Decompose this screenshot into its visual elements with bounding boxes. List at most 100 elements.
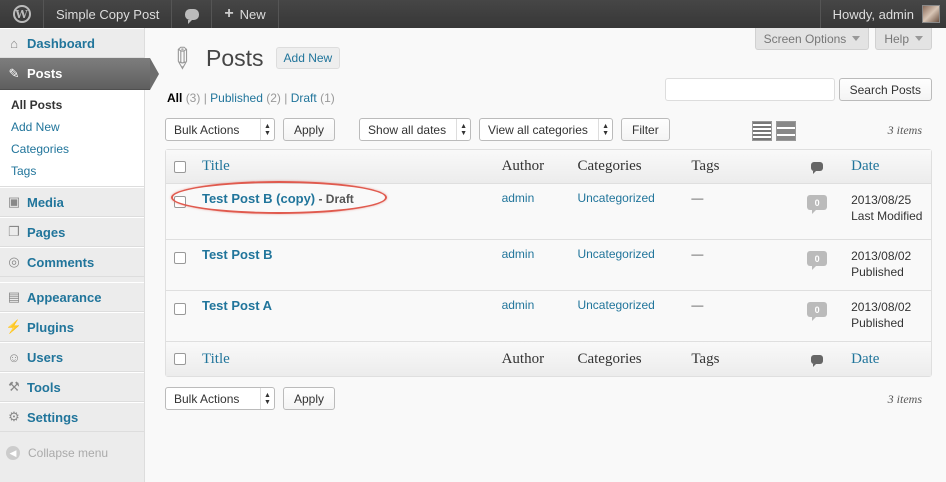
post-tags: — [691, 247, 704, 261]
main-content: Screen Options Help ✎ Posts Add New All … [146, 28, 946, 482]
post-tags: — [691, 191, 704, 205]
post-author-link[interactable]: admin [494, 240, 570, 290]
collapse-menu-button[interactable]: ◀ Collapse menu [0, 438, 144, 468]
post-author-link[interactable]: admin [494, 184, 570, 239]
sidebar-item-label: Comments [27, 254, 95, 270]
row-checkbox[interactable] [174, 303, 186, 315]
post-status: Published [851, 316, 904, 330]
submenu-add-new[interactable]: Add New [0, 116, 144, 138]
post-author-link[interactable]: admin [494, 291, 570, 341]
collapse-arrow-icon: ◀ [6, 446, 20, 460]
submenu-all-posts[interactable]: All Posts [0, 94, 144, 116]
add-new-button[interactable]: Add New [275, 47, 341, 69]
sidebar-item-posts[interactable]: ✎ Posts [0, 58, 159, 90]
screen-options-label: Screen Options [763, 31, 847, 46]
sidebar-item-dashboard[interactable]: ⌂ Dashboard [0, 28, 144, 58]
comments-button[interactable] [172, 0, 213, 28]
screen-options-button[interactable]: Screen Options [754, 28, 870, 50]
account-menu[interactable]: Howdy, admin [819, 0, 946, 28]
sidebar-item-label: Media [27, 194, 64, 210]
comments-column-icon[interactable] [811, 162, 824, 174]
comment-count-bubble[interactable]: 0 [807, 251, 828, 270]
select-all-checkbox[interactable] [174, 353, 186, 365]
separator: | [203, 91, 207, 105]
sidebar-item-plugins[interactable]: ⚡ Plugins [0, 312, 144, 342]
bulk-actions-select[interactable]: Bulk Actions ▲ ▼ [165, 387, 275, 410]
avatar [922, 5, 940, 23]
chevron-down-icon [852, 36, 861, 41]
page-title: Posts [206, 44, 264, 71]
filter-draft-link[interactable]: Draft (1) [291, 91, 335, 105]
sidebar-item-label: Pages [27, 224, 66, 240]
apply-button[interactable]: Apply [283, 387, 336, 410]
pages-icon: ❐ [8, 224, 20, 239]
sidebar-item-label: Tools [27, 379, 61, 395]
sidebar-item-pages[interactable]: ❐ Pages [0, 217, 144, 247]
search-posts-button[interactable]: Search Posts [838, 78, 932, 101]
filter-all-link[interactable]: All (3) [167, 91, 200, 105]
sidebar-item-tools[interactable]: ⚒ Tools [0, 372, 144, 402]
apply-button[interactable]: Apply [283, 118, 336, 141]
comments-icon: ◎ [8, 254, 20, 269]
column-title[interactable]: Title [194, 351, 494, 368]
select-arrows-icon: ▲ ▼ [260, 119, 274, 140]
sidebar-item-media[interactable]: ▣ Media [0, 187, 144, 217]
post-title-link[interactable]: Test Post B [202, 247, 273, 262]
view-switch [752, 121, 796, 141]
column-categories: Categories [577, 158, 642, 174]
bulk-actions-value: Bulk Actions [174, 391, 240, 406]
new-label: New [239, 6, 266, 22]
post-category-link[interactable]: Uncategorized [569, 240, 683, 290]
column-author: Author [501, 350, 545, 367]
page-header: ✎ Posts Add New [163, 39, 341, 77]
comment-count-bubble[interactable]: 0 [807, 195, 828, 214]
submenu-categories[interactable]: Categories [0, 138, 144, 160]
items-count: 3 items [887, 123, 922, 137]
tablenav-top: Bulk Actions ▲ ▼ Apply Show all dates ▲ ▼ … [165, 118, 670, 141]
post-title-link[interactable]: Test Post A [202, 298, 272, 313]
column-date[interactable]: Date [843, 158, 931, 175]
row-checkbox[interactable] [174, 252, 186, 264]
search-box: Search Posts [664, 78, 932, 101]
post-date: 2013/08/02 [851, 300, 912, 314]
sidebar-item-label: Dashboard [27, 35, 95, 51]
select-arrows-icon: ▲ ▼ [456, 119, 470, 140]
search-input[interactable] [664, 78, 835, 101]
new-content-button[interactable]: + New [212, 0, 279, 28]
wordpress-logo-button[interactable]: W [0, 0, 44, 28]
column-tags: Tags [691, 158, 720, 174]
posts-submenu: All Posts Add New Categories Tags [0, 90, 144, 187]
dates-select[interactable]: Show all dates ▲ ▼ [359, 118, 472, 141]
filter-published-link[interactable]: Published (2) [210, 91, 281, 105]
categories-select[interactable]: View all categories ▲ ▼ [479, 118, 614, 141]
list-view-icon[interactable] [752, 121, 772, 141]
help-label: Help [884, 31, 909, 46]
bulk-actions-select[interactable]: Bulk Actions ▲ ▼ [165, 118, 275, 141]
sidebar-item-label: Appearance [27, 289, 102, 305]
comments-column-icon[interactable] [811, 354, 824, 367]
filter-button[interactable]: Filter [621, 118, 670, 141]
howdy-label: Howdy, admin [832, 6, 914, 22]
plus-icon: + [224, 5, 234, 22]
appearance-icon: ▤ [7, 289, 21, 304]
sidebar-item-label: Users [27, 349, 64, 365]
comment-count-bubble[interactable]: 0 [807, 302, 828, 321]
collapse-label: Collapse menu [28, 446, 109, 460]
column-date[interactable]: Date [843, 351, 931, 368]
site-name-link[interactable]: Simple Copy Post [44, 0, 173, 28]
post-category-link[interactable]: Uncategorized [569, 184, 683, 239]
post-category-link[interactable]: Uncategorized [569, 291, 683, 341]
help-button[interactable]: Help [875, 28, 932, 50]
sidebar-item-appearance[interactable]: ▤ Appearance [0, 282, 144, 312]
excerpt-view-icon[interactable] [776, 121, 796, 141]
post-status: Last Modified [851, 209, 923, 223]
select-all-checkbox[interactable] [174, 160, 186, 173]
sidebar-item-label: Settings [27, 409, 79, 425]
sidebar-item-comments[interactable]: ◎ Comments [0, 247, 144, 277]
column-categories: Categories [577, 350, 642, 367]
sidebar-item-settings[interactable]: ⚙ Settings [0, 402, 144, 432]
column-title[interactable]: Title [194, 158, 494, 175]
sidebar-item-users[interactable]: ☺ Users [0, 342, 144, 372]
table-footer: Title Author Categories Tags Date [166, 342, 931, 376]
submenu-tags[interactable]: Tags [0, 160, 144, 182]
